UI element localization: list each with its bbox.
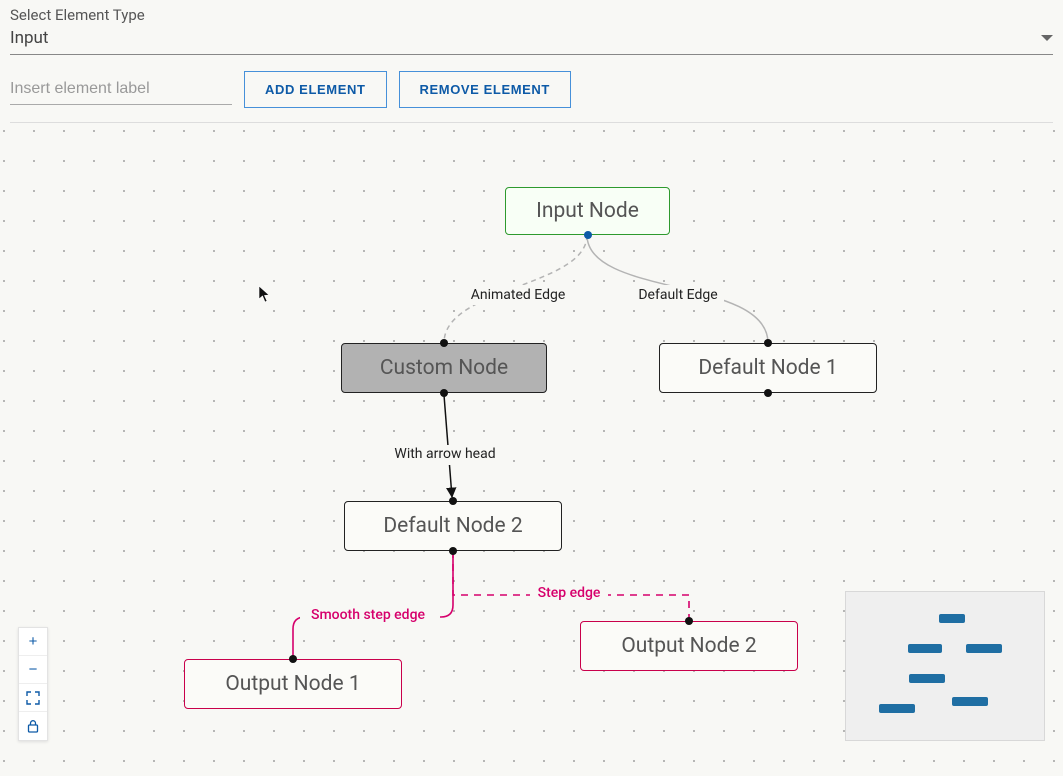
node-input[interactable]: Input Node: [505, 187, 670, 235]
fit-view-button[interactable]: [19, 684, 47, 712]
fit-icon: [26, 691, 40, 705]
handle-top[interactable]: [685, 617, 693, 625]
edge-animated-label: Animated Edge: [471, 287, 566, 303]
minimap-node: [879, 704, 915, 713]
minimap[interactable]: [845, 591, 1045, 741]
flow-canvas[interactable]: Animated Edge Default Edge With arrow he…: [0, 127, 1063, 767]
select-value: Input: [10, 28, 49, 48]
node-label: Custom Node: [380, 356, 508, 380]
minimap-node: [909, 674, 945, 683]
handle-bottom[interactable]: [440, 389, 448, 397]
edge-step-label: Step edge: [538, 585, 601, 601]
node-label: Input Node: [536, 199, 639, 223]
edge-arrow-label: With arrow head: [394, 446, 495, 462]
edge-smooth-label: Smooth step edge: [311, 607, 426, 623]
handle-top[interactable]: [764, 339, 772, 347]
node-custom[interactable]: Custom Node: [341, 343, 547, 393]
handle-bottom[interactable]: [584, 231, 592, 239]
node-label: Output Node 2: [621, 634, 756, 658]
element-type-select[interactable]: Input: [10, 28, 1053, 55]
node-output-2[interactable]: Output Node 2: [580, 621, 798, 671]
mouse-cursor-icon: [258, 285, 272, 303]
node-label: Output Node 1: [225, 672, 360, 696]
handle-top[interactable]: [440, 339, 448, 347]
node-default-1[interactable]: Default Node 1: [659, 343, 877, 393]
node-label: Default Node 1: [698, 356, 837, 380]
handle-top[interactable]: [289, 655, 297, 663]
node-label: Default Node 2: [383, 514, 522, 538]
zoom-out-button[interactable]: −: [19, 656, 47, 684]
add-element-button[interactable]: ADD ELEMENT: [244, 71, 387, 108]
lock-icon: [27, 720, 39, 733]
select-label: Select Element Type: [10, 6, 1053, 24]
minimap-node: [908, 644, 942, 653]
minimap-node: [966, 644, 1002, 653]
canvas-controls: + −: [18, 627, 48, 741]
minimap-node: [952, 697, 988, 706]
node-output-1[interactable]: Output Node 1: [184, 659, 402, 709]
handle-bottom[interactable]: [449, 547, 457, 555]
lock-button[interactable]: [19, 712, 47, 740]
edge-default-label: Default Edge: [638, 287, 717, 303]
zoom-in-button[interactable]: +: [19, 628, 47, 656]
node-default-2[interactable]: Default Node 2: [344, 501, 562, 551]
element-label-input[interactable]: [10, 74, 232, 105]
minimap-node: [939, 614, 965, 623]
chevron-down-icon: [1041, 35, 1053, 41]
remove-element-button[interactable]: REMOVE ELEMENT: [399, 71, 571, 108]
handle-bottom[interactable]: [764, 389, 772, 397]
handle-top[interactable]: [449, 497, 457, 505]
